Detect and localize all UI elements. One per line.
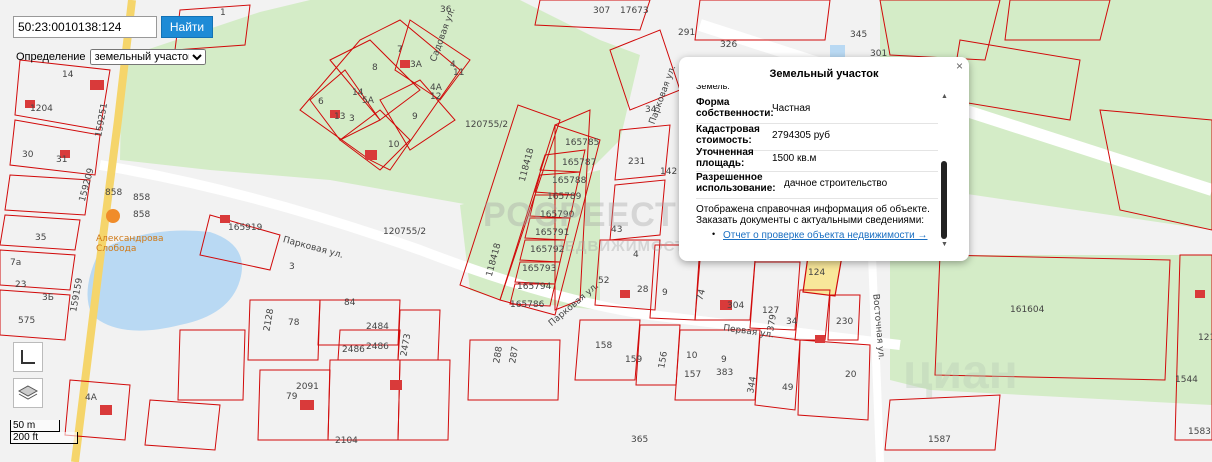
scrollbar-thumb[interactable]	[941, 161, 947, 239]
info-key: Кадастровая стоимость:	[696, 124, 760, 146]
info-row: Форма собственности: Частная	[696, 97, 938, 124]
layers-icon	[18, 385, 38, 400]
rosreestr-watermark: РОСРЕЕСТР	[483, 196, 701, 234]
info-key: Разрешенное использование:	[696, 172, 776, 194]
find-button[interactable]: Найти	[161, 16, 213, 38]
info-note: Отображена справочная информация об объе…	[696, 204, 930, 226]
definition-select[interactable]: земельный участок	[89, 49, 206, 65]
search-bar: Найти	[13, 16, 213, 38]
scale-metric: 50 m	[10, 420, 60, 432]
definition-control: Определение земельный участок	[16, 49, 206, 65]
info-value: 2794305 руб	[772, 130, 830, 141]
popup-title: Земельный участок	[769, 68, 879, 80]
layers-button[interactable]	[13, 378, 43, 408]
definition-label: Определение	[16, 51, 86, 63]
info-row: Уточненная площадь: 1500 кв.м	[696, 147, 938, 172]
close-icon[interactable]: ×	[956, 59, 963, 73]
measure-tool-button[interactable]	[13, 342, 43, 372]
info-value: 1500 кв.м	[772, 153, 817, 164]
ruler-icon	[21, 350, 35, 364]
rosreestr-watermark-sub: НЕДВИЖИМОСТЬ	[553, 238, 698, 255]
info-key: Форма собственности:	[696, 97, 774, 119]
parcel-info-popup: Земельный участок × Земель: Форма собств…	[679, 57, 969, 261]
report-link[interactable]: Отчет о проверке объекта недвижимости →	[723, 230, 928, 241]
cadastral-number-input[interactable]	[13, 16, 157, 38]
popup-cut-row: Земель:	[696, 85, 730, 91]
info-value: дачное строительство	[784, 178, 888, 189]
scroll-up-icon[interactable]: ▲	[941, 93, 948, 100]
cian-watermark: циан	[903, 346, 1018, 399]
info-value: Частная	[772, 103, 811, 114]
scale-imperial: 200 ft	[10, 432, 78, 444]
poi-marker[interactable]	[106, 209, 120, 223]
info-key: Уточненная площадь:	[696, 147, 754, 169]
info-row: Разрешенное использование: дачное строит…	[696, 172, 938, 199]
scroll-down-icon[interactable]: ▼	[941, 241, 948, 248]
bullet-icon: •	[712, 229, 716, 239]
